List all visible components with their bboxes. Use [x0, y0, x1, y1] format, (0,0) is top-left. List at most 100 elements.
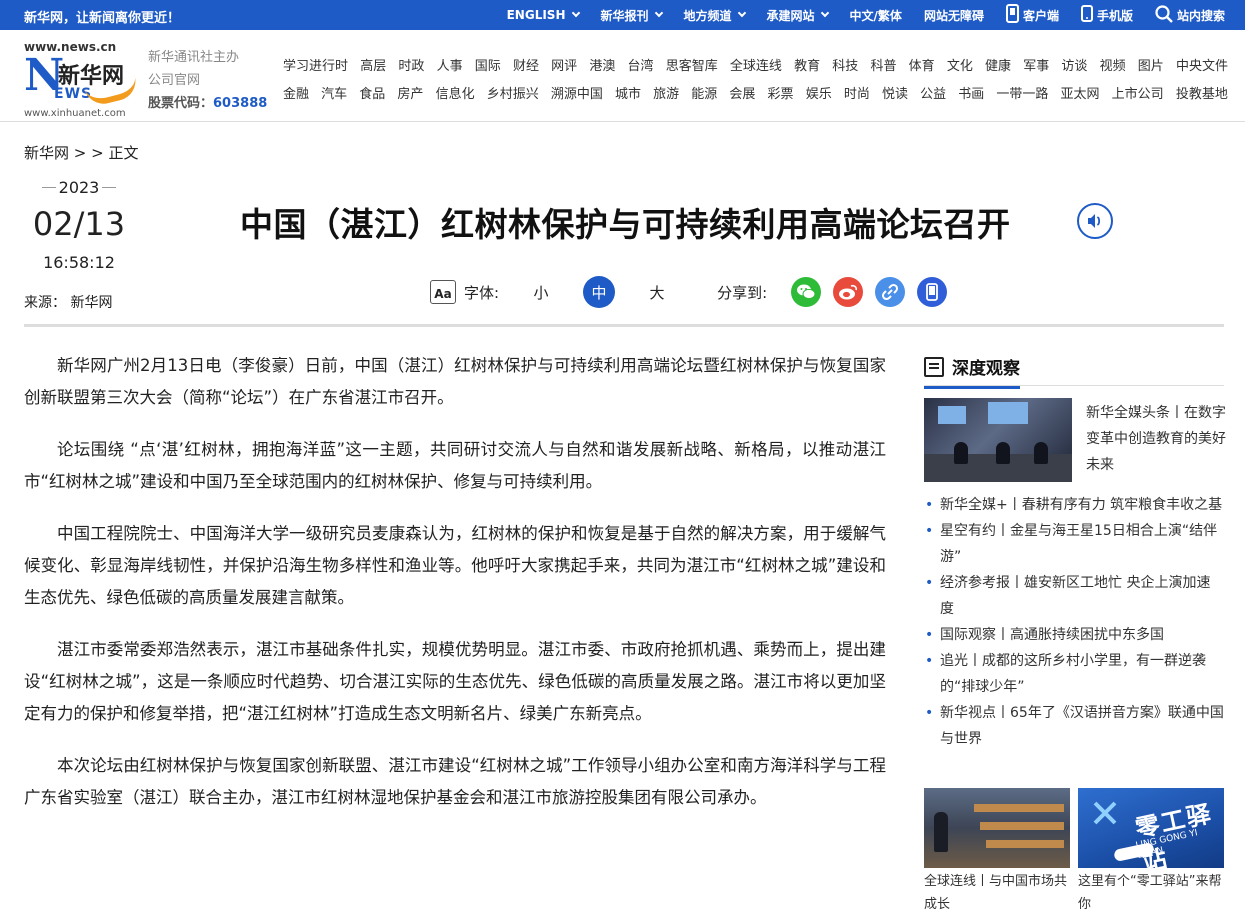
picture-image[interactable]: 零工驿站 LING GONG YI ZHAN	[1078, 788, 1224, 868]
nav-client-app[interactable]: 客户端	[1005, 4, 1059, 26]
mobile-icon	[1080, 5, 1093, 25]
category-link[interactable]: 房产	[397, 83, 423, 111]
breadcrumb[interactable]: 新华网 > > 正文	[24, 142, 138, 163]
category-link[interactable]: 金融	[283, 83, 309, 111]
category-link[interactable]: 网评	[551, 55, 577, 83]
feature-thumbnail[interactable]	[924, 398, 1072, 482]
header-divider	[24, 324, 1224, 327]
site-slogan: 新华网，让新闻离你更近！	[24, 11, 181, 26]
chevron-down-icon	[654, 8, 663, 18]
category-link[interactable]: 城市	[615, 83, 641, 111]
chevron-down-icon	[737, 8, 746, 18]
category-link[interactable]: 学习进行时	[283, 55, 348, 83]
phone-icon	[1005, 4, 1019, 26]
list-item[interactable]: 星空有约丨金星与海王星15日相合上演“结伴游”	[924, 518, 1224, 570]
list-item[interactable]: 国际观察丨高通胀持续困扰中东多国	[924, 622, 1224, 648]
category-link[interactable]: 高层	[360, 55, 386, 83]
category-link[interactable]: 彩票	[768, 83, 794, 111]
site-logo[interactable]: www.news.cn N 新华网 EWS www.xinhuanet.com	[24, 40, 142, 120]
font-size-medium[interactable]: 中	[583, 276, 616, 308]
category-link[interactable]: 台湾	[628, 55, 654, 83]
list-item[interactable]: 追光丨成都的这所乡村小学里，有一群逆袭的“排球少年”	[924, 648, 1224, 700]
feature-title[interactable]: 新华全媒头条丨在数字变革中创造教育的美好未来	[1086, 400, 1226, 478]
article-paragraph: 本次论坛由红树林保护与恢复国家创新联盟、湛江市建设“红树林之城”工作领导小组办公…	[24, 756, 886, 807]
article-paragraph: 湛江市委常委郑浩然表示，湛江市基础条件扎实，规模优势明显。湛江市委、市政府抢抓机…	[24, 640, 886, 723]
nav-local-channels[interactable]: 地方频道	[684, 7, 746, 24]
font-size-icon: Aa	[430, 280, 456, 304]
mobile-share-icon[interactable]	[917, 277, 948, 307]
sidebar-header: 深度观察	[924, 350, 1224, 389]
category-link[interactable]: 文化	[947, 55, 973, 83]
category-link[interactable]: 悦读	[882, 83, 908, 111]
category-link[interactable]: 溯源中国	[551, 83, 603, 111]
nav-accessibility[interactable]: 网站无障碍	[924, 7, 984, 24]
list-item[interactable]: 新华视点丨65年了《汉语拼音方案》联通中国与世界	[924, 700, 1224, 752]
wechat-icon[interactable]	[791, 277, 822, 307]
article-body: 新华网广州2月13日电（李俊豪）日前，中国（湛江）红树林保护与可持续利用高端论坛…	[24, 350, 886, 834]
publish-year: 2023	[24, 178, 134, 197]
category-link[interactable]: 教育	[794, 55, 820, 83]
picture-card[interactable]: 全球连线丨与中国市场共成长	[924, 788, 1070, 910]
nav-english[interactable]: ENGLISH	[507, 8, 580, 22]
org-line2: 公司官网	[148, 73, 201, 88]
category-link[interactable]: 食品	[359, 83, 385, 111]
category-link[interactable]: 亚太网	[1061, 83, 1100, 111]
sidebar-pictures: 全球连线丨与中国市场共成长 零工驿站 LING GONG YI ZHAN 这里有…	[924, 788, 1224, 910]
picture-card[interactable]: 零工驿站 LING GONG YI ZHAN 这里有个“零工驿站”来帮你	[1078, 788, 1224, 910]
category-link[interactable]: 乡村振兴	[487, 83, 539, 111]
category-link[interactable]: 一带一路	[996, 83, 1048, 111]
category-link[interactable]: 信息化	[436, 83, 475, 111]
speaker-icon[interactable]	[1077, 203, 1113, 239]
font-size-small[interactable]: 小	[525, 276, 557, 308]
category-link[interactable]: 访谈	[1061, 55, 1087, 83]
category-link[interactable]: 科技	[832, 55, 858, 83]
nav-mobile-version[interactable]: 手机版	[1080, 5, 1133, 25]
chevron-down-icon	[571, 8, 580, 18]
publish-time: 16:58:12	[43, 253, 115, 272]
weibo-icon[interactable]	[833, 277, 864, 307]
list-item[interactable]: 经济参考报丨雄安新区工地忙 央企上演加速度	[924, 570, 1224, 622]
nav-language-toggle[interactable]: 中文/繁体	[850, 7, 902, 24]
site-header: www.news.cn N 新华网 EWS www.xinhuanet.com …	[0, 30, 1245, 122]
category-link[interactable]: 军事	[1023, 55, 1049, 83]
sidebar-feature[interactable]: 新华全媒头条丨在数字变革中创造教育的美好未来	[924, 398, 1226, 482]
sidebar-heading: 深度观察	[924, 354, 1020, 389]
picture-caption[interactable]: 全球连线丨与中国市场共成长	[924, 870, 1070, 910]
category-link[interactable]: 会展	[729, 83, 755, 111]
nav-hosted-sites[interactable]: 承建网站	[767, 7, 829, 24]
category-link[interactable]: 汽车	[321, 83, 347, 111]
nav-newspapers[interactable]: 新华报刊	[601, 7, 663, 24]
category-link[interactable]: 科普	[870, 55, 896, 83]
category-link[interactable]: 图片	[1138, 55, 1164, 83]
category-link[interactable]: 旅游	[653, 83, 679, 111]
category-link[interactable]: 视频	[1100, 55, 1126, 83]
category-link[interactable]: 财经	[513, 55, 539, 83]
stock-code[interactable]: 603888	[213, 96, 267, 111]
picture-caption[interactable]: 这里有个“零工驿站”来帮你	[1078, 870, 1224, 910]
category-link[interactable]: 能源	[691, 83, 717, 111]
link-icon[interactable]	[875, 277, 906, 307]
category-link[interactable]: 时尚	[844, 83, 870, 111]
category-link[interactable]: 公益	[920, 83, 946, 111]
category-link[interactable]: 投教基地	[1176, 83, 1228, 111]
category-link[interactable]: 体育	[909, 55, 935, 83]
publish-month-day: 02/13	[32, 205, 126, 243]
category-link[interactable]: 书画	[958, 83, 984, 111]
nav-site-search[interactable]: 站内搜索	[1155, 4, 1225, 26]
category-link[interactable]: 时政	[398, 55, 424, 83]
picture-image[interactable]	[924, 788, 1070, 868]
category-link[interactable]: 全球连线	[730, 55, 782, 83]
share-label: 分享到:	[717, 283, 768, 302]
category-link[interactable]: 健康	[985, 55, 1011, 83]
font-size-large[interactable]: 大	[641, 276, 673, 308]
category-link[interactable]: 港澳	[589, 55, 615, 83]
category-link[interactable]: 国际	[475, 55, 501, 83]
category-link[interactable]: 思客智库	[666, 55, 718, 83]
article-paragraph: 中国工程院院士、中国海洋大学一级研究员麦康森认为，红树林的保护和恢复是基于自然的…	[24, 524, 886, 607]
category-link[interactable]: 上市公司	[1112, 83, 1164, 111]
article-paragraph: 新华网广州2月13日电（李俊豪）日前，中国（湛江）红树林保护与可持续利用高端论坛…	[24, 356, 886, 407]
category-link[interactable]: 中央文件	[1176, 55, 1228, 83]
category-link[interactable]: 娱乐	[806, 83, 832, 111]
category-link[interactable]: 人事	[437, 55, 463, 83]
list-item[interactable]: 新华全媒+丨春耕有序有力 筑牢粮食丰收之基	[924, 492, 1224, 518]
